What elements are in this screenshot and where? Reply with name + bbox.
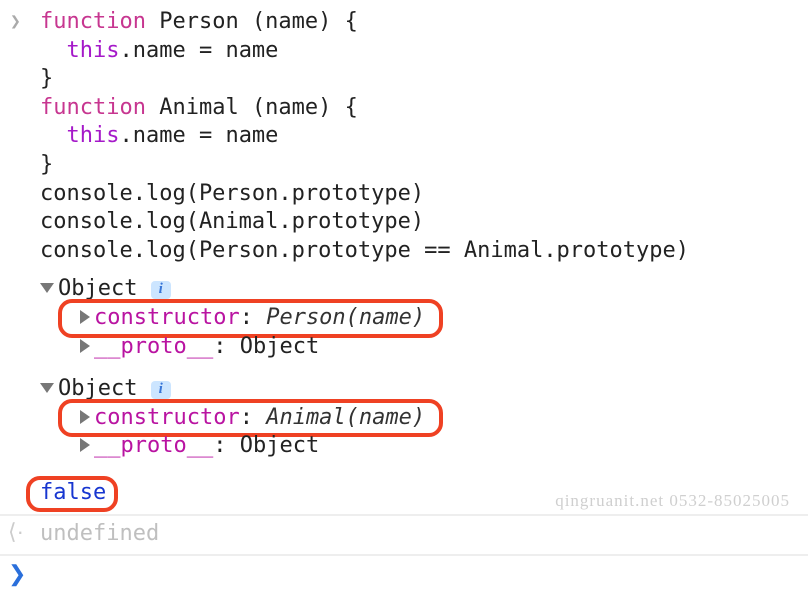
- console-prompt-line[interactable]: ❯: [0, 555, 808, 562]
- prop-value: Animal(name): [266, 405, 425, 430]
- output-chevron-icon: ⟨·: [8, 518, 24, 547]
- highlight-box: constructor: Animal(name): [80, 404, 425, 433]
- object-header-row[interactable]: Object i: [40, 275, 808, 304]
- prop-key: __proto__: [94, 433, 213, 458]
- code-line: function Person (name) {: [40, 8, 808, 37]
- boolean-value: false: [40, 480, 106, 505]
- source-code-block: function Person (name) { this.name = nam…: [40, 8, 808, 265]
- info-badge-icon[interactable]: i: [151, 381, 171, 399]
- code-line: }: [40, 65, 808, 94]
- object-property-row[interactable]: constructor: Animal(name): [40, 404, 808, 433]
- disclosure-triangle-icon[interactable]: [80, 339, 90, 353]
- prompt-chevron-icon: ❯: [8, 560, 26, 589]
- disclosure-triangle-open-icon[interactable]: [40, 283, 54, 293]
- code-line: this.name = name: [40, 37, 808, 66]
- prop-key: constructor: [94, 305, 240, 330]
- object-property-row[interactable]: __proto__: Object: [40, 333, 808, 362]
- code-line: }: [40, 151, 808, 180]
- disclosure-triangle-icon[interactable]: [80, 438, 90, 452]
- keyword-function: function: [40, 9, 159, 34]
- prop-value: Object: [240, 433, 319, 458]
- console-root: ❯ function Person (name) { this.name = n…: [0, 0, 808, 562]
- console-object-output: Object i constructor: Animal(name) __pro…: [40, 375, 808, 461]
- console-return-entry: ⟨· undefined: [0, 515, 808, 556]
- console-object-output: Object i constructor: Person(name) __pro…: [40, 275, 808, 361]
- console-input-entry: ❯ function Person (name) { this.name = n…: [0, 6, 808, 515]
- prop-value: Person(name): [266, 305, 425, 330]
- watermark-text: qingruanit.net 0532-85025005: [555, 490, 790, 512]
- code-line: console.log(Person.prototype): [40, 180, 808, 209]
- object-header: Object: [58, 376, 137, 401]
- prop-key: constructor: [94, 405, 240, 430]
- highlight-box: false: [40, 479, 106, 508]
- info-badge-icon[interactable]: i: [151, 281, 171, 299]
- disclosure-triangle-icon[interactable]: [80, 310, 90, 324]
- undefined-value: undefined: [40, 521, 159, 546]
- keyword-this: this: [67, 123, 120, 148]
- keyword-this: this: [67, 38, 120, 63]
- prop-key: __proto__: [94, 334, 213, 359]
- object-header-row[interactable]: Object i: [40, 375, 808, 404]
- prop-value: Object: [240, 334, 319, 359]
- code-line: this.name = name: [40, 122, 808, 151]
- keyword-function: function: [40, 95, 159, 120]
- disclosure-triangle-open-icon[interactable]: [40, 383, 54, 393]
- disclosure-triangle-icon[interactable]: [80, 410, 90, 424]
- object-property-row[interactable]: __proto__: Object: [40, 432, 808, 461]
- code-line: console.log(Person.prototype == Animal.p…: [40, 237, 808, 266]
- highlight-box: constructor: Person(name): [80, 304, 425, 333]
- input-chevron-icon: ❯: [10, 10, 21, 33]
- code-line: function Animal (name) {: [40, 94, 808, 123]
- object-header: Object: [58, 276, 137, 301]
- code-line: console.log(Animal.prototype): [40, 208, 808, 237]
- object-property-row[interactable]: constructor: Person(name): [40, 304, 808, 333]
